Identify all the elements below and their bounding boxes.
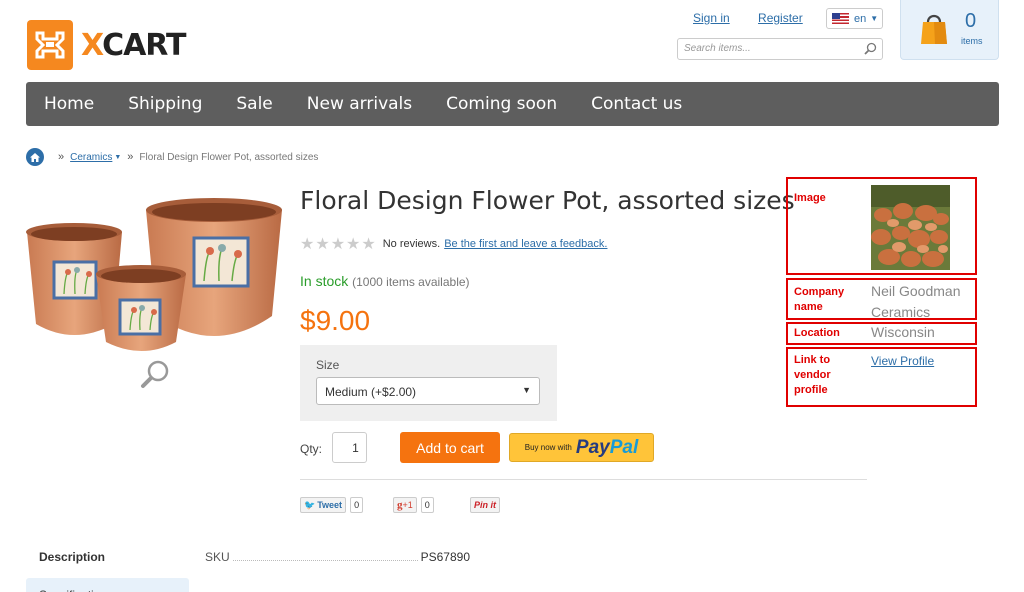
sku-label: SKU [205,550,230,564]
sku-dots [232,560,418,561]
qty-input[interactable]: 1 [332,432,367,463]
stock-status: In stock (1000 items available) [300,273,470,289]
tab-description[interactable]: Description [39,550,105,564]
breadcrumb-current: Floral Design Flower Pot, assorted sizes [139,151,319,163]
tweet-button[interactable]: 🐦 Tweet [300,497,347,513]
vendor-location-label: Location [794,327,840,339]
main-nav: Home Shipping Sale New arrivals Coming s… [26,82,999,126]
gplus-button[interactable]: g +1 [393,497,417,513]
size-select[interactable]: Medium (+$2.00) ▼ [316,377,540,405]
pinit-button[interactable]: Pin it [470,497,500,513]
language-selector[interactable]: en ▼ [826,8,883,29]
search-icon[interactable] [864,42,877,55]
pinit-widget: Pin it [470,497,500,513]
cart-label: items [961,36,983,46]
vendor-image[interactable] [871,185,950,270]
leave-feedback-link[interactable]: Be the first and leave a feedback. [444,238,607,250]
sku-value: PS67890 [420,550,470,564]
nav-new-arrivals[interactable]: New arrivals [307,94,412,114]
size-label: Size [316,358,340,372]
size-selected-value: Medium (+$2.00) [325,385,417,399]
size-option-box: Size Medium (+$2.00) ▼ [300,345,557,421]
paypal-logo-pay: Pay [575,436,610,458]
nav-coming-soon[interactable]: Coming soon [446,94,557,114]
search-input[interactable]: Search items... [677,38,883,60]
sign-in-link[interactable]: Sign in [693,11,730,25]
cart-count: 0 [965,10,977,32]
gplus-label: +1 [402,500,413,510]
twitter-bird-icon: 🐦 [304,499,316,510]
paypal-small-text: Buy now with [524,443,572,452]
shopping-bag-icon [921,14,947,44]
zoom-icon[interactable] [140,360,170,390]
tab-specification[interactable]: Specification [26,578,189,592]
nav-shipping[interactable]: Shipping [128,94,202,114]
product-title: Floral Design Flower Pot, assorted sizes [300,186,795,215]
nav-home[interactable]: Home [44,94,94,114]
tweet-count: 0 [350,497,364,513]
caret-down-icon[interactable]: ▼ [114,154,121,161]
add-to-cart-button[interactable]: Add to cart [400,432,500,463]
caret-down-icon: ▼ [522,385,531,395]
logo-text: XCART [81,27,187,63]
qty-label: Qty: [300,442,323,456]
nav-sale[interactable]: Sale [236,94,272,114]
logo[interactable]: XCART [27,20,187,70]
vendor-company-label: Company name [794,286,845,313]
logo-icon [27,20,73,70]
breadcrumb-separator: » [58,151,65,163]
breadcrumb-separator: » [127,151,134,163]
rating-row: ★★★★★ No reviews. Be the first and leave… [300,234,607,254]
rating-stars-icon[interactable]: ★★★★★ [300,234,377,254]
tweet-widget: 🐦 Tweet 0 [300,497,364,513]
availability-text: (1000 items available) [352,275,470,289]
gplus-widget: g +1 0 [393,497,434,513]
paypal-logo-pal: Pal [609,436,639,458]
breadcrumb: » Ceramics ▼ » Floral Design Flower Pot,… [26,148,318,166]
view-profile-link[interactable]: View Profile [871,354,934,368]
vendor-image-label: Image [794,192,826,204]
language-label: en [854,12,867,25]
vendor-company-value: Neil Goodman Ceramics [871,283,961,320]
tweet-label: Tweet [317,500,343,510]
in-stock-label: In stock [300,273,349,289]
paypal-button[interactable]: Buy now with Pay Pal [509,433,654,462]
cart-widget[interactable]: 0 items [900,0,999,60]
product-image[interactable] [24,196,286,360]
breadcrumb-ceramics[interactable]: Ceramics [70,152,112,163]
nav-contact-us[interactable]: Contact us [591,94,682,114]
divider [300,479,867,480]
product-price: $9.00 [300,305,371,336]
vendor-link-label: Link to vendor profile [794,354,831,396]
no-reviews-text: No reviews. [382,238,441,250]
sku-row: SKU PS67890 [205,550,470,564]
caret-down-icon: ▼ [870,14,879,23]
search-placeholder: Search items... [684,43,751,54]
register-link[interactable]: Register [758,11,803,25]
us-flag-icon [832,13,849,24]
home-icon[interactable] [26,148,44,166]
gplus-count: 0 [420,497,434,513]
vendor-location-value: Wisconsin [871,324,935,340]
